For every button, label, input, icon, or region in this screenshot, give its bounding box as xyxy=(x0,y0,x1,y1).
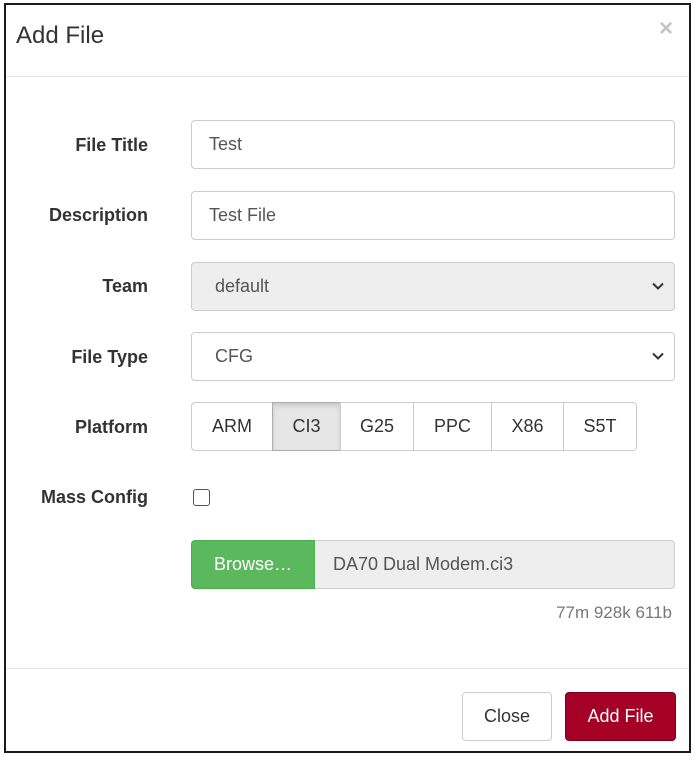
platform-option-g25[interactable]: G25 xyxy=(340,402,414,451)
chevron-down-icon xyxy=(652,352,664,360)
file-size: 77m 928k 611b xyxy=(556,603,672,622)
platform-label: Platform xyxy=(74,417,148,437)
platform-option-s5t[interactable]: S5T xyxy=(563,402,637,451)
file-title-label: File Title xyxy=(75,135,148,155)
file-type-label: File Type xyxy=(71,347,148,367)
platform-option-arm[interactable]: ARM xyxy=(191,402,273,451)
team-select[interactable]: default xyxy=(191,262,675,311)
close-button[interactable]: Close xyxy=(462,692,552,741)
description-label: Description xyxy=(48,205,148,225)
file-title-value: Test xyxy=(209,134,243,154)
description-input[interactable]: Test File xyxy=(191,191,675,240)
file-title-input[interactable]: Test xyxy=(191,120,675,169)
selected-file-name: DA70 Dual Modem.ci3 xyxy=(315,540,675,589)
modal-footer: Close Add File xyxy=(6,668,689,753)
platform-option-ci3[interactable]: CI3 xyxy=(272,402,341,451)
close-icon[interactable]: × xyxy=(659,17,673,41)
add-file-button[interactable]: Add File xyxy=(565,692,676,741)
add-file-modal: Add File × File Title Test Description T… xyxy=(4,3,691,753)
description-value: Test File xyxy=(209,205,277,225)
platform-button-group: ARM CI3 G25 PPC X86 S5T xyxy=(191,402,637,451)
mass-config-checkbox[interactable] xyxy=(193,489,210,506)
modal-title: Add File xyxy=(16,22,105,49)
file-type-value: CFG xyxy=(215,346,253,366)
modal-header: Add File × xyxy=(6,5,689,77)
chevron-down-icon xyxy=(652,282,664,290)
team-value: default xyxy=(215,276,270,296)
mass-config-label: Mass Config xyxy=(40,487,148,507)
team-label: Team xyxy=(102,276,148,296)
file-picker: Browse… DA70 Dual Modem.ci3 xyxy=(191,540,675,589)
platform-option-x86[interactable]: X86 xyxy=(491,402,564,451)
platform-option-ppc[interactable]: PPC xyxy=(413,402,492,451)
browse-button[interactable]: Browse… xyxy=(191,540,315,589)
file-type-select[interactable]: CFG xyxy=(191,332,675,381)
